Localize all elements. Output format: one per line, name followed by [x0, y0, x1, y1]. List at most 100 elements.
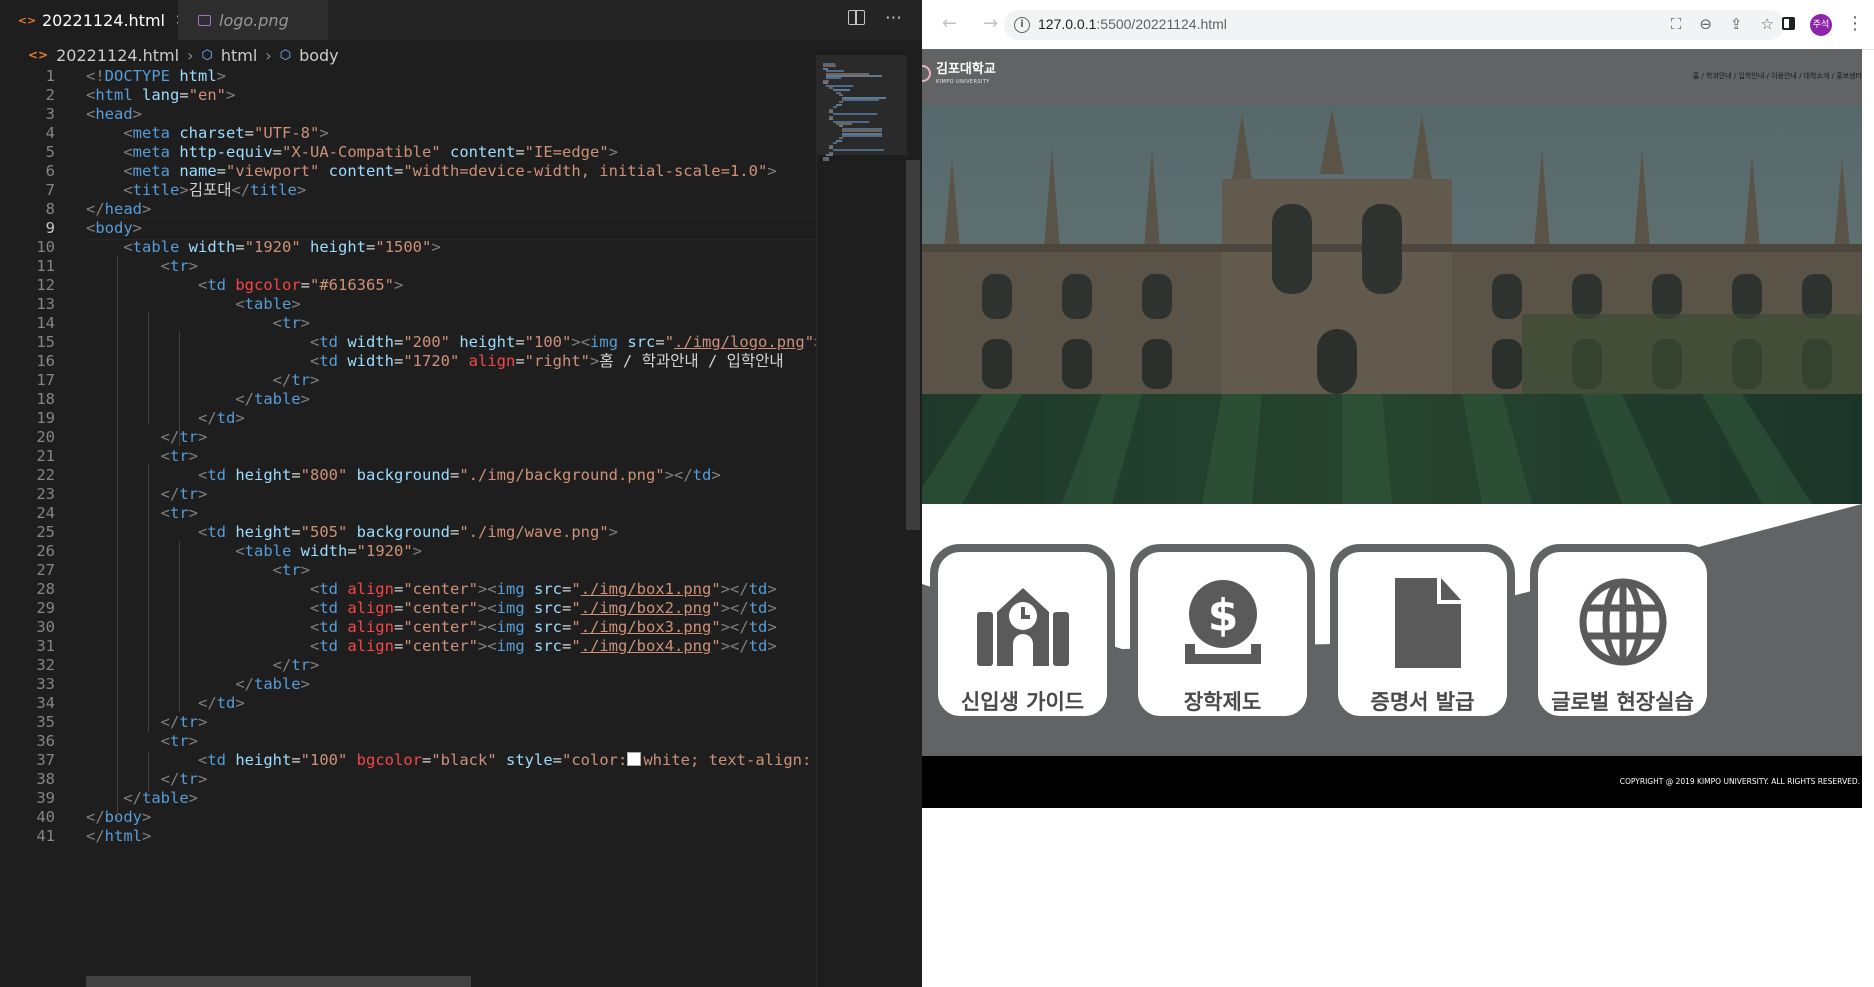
code-token: >: [431, 238, 441, 256]
code-token: img: [496, 637, 534, 655]
site-logo-text[interactable]: 김포대학교: [936, 63, 996, 76]
code-token: tr: [179, 713, 198, 731]
code-area[interactable]: 1 <!DOCTYPE html> 2 <html lang="en"> 3 <head>…: [0, 65, 823, 987]
browser-window: ← → ↻ i 127.0.0.1:5500/20221124.html ⛶ ⊖…: [922, 0, 1874, 987]
code-token: </: [86, 827, 105, 845]
split-editor-icon[interactable]: [848, 10, 865, 25]
code-token: "1920": [356, 542, 413, 560]
code-token: ": [711, 637, 721, 655]
code-token: content: [450, 143, 516, 161]
breadcrumb-item-file[interactable]: 20221124.html: [56, 46, 179, 65]
code-token: img: [496, 599, 534, 617]
code-token: img: [496, 580, 534, 598]
code-token: >: [571, 333, 581, 351]
tab-20221124-html[interactable]: <> 20221124.html ✕: [0, 0, 188, 40]
code-token: height: [235, 751, 292, 769]
code-token: table: [244, 295, 292, 313]
code-token: >: [767, 637, 777, 655]
profile-avatar[interactable]: 주석: [1810, 14, 1832, 36]
address-bar[interactable]: i 127.0.0.1:5500/20221124.html ⛶ ⊖ ⇪ ☆: [1004, 10, 1784, 40]
code-token: meta: [132, 143, 180, 161]
code-token: td: [216, 409, 236, 427]
campus-building-illustration: [922, 104, 1862, 504]
quick-link-certificate[interactable]: 증명서 발급: [1330, 544, 1515, 724]
code-token: "./img/wave.png": [459, 523, 609, 541]
code-token: <: [160, 732, 170, 750]
code-token: <: [309, 333, 320, 351]
code-token: </: [160, 713, 180, 731]
minimap[interactable]: [816, 55, 917, 987]
site-nav-menu[interactable]: 홈 / 학과안내 / 입학안내 / 이용안내 / 대학소개 / 홍보센터: [1693, 71, 1862, 81]
code-token: tr: [179, 770, 198, 788]
site-info-icon[interactable]: i: [1014, 17, 1030, 33]
code-token: >: [179, 181, 189, 199]
vertical-scrollbar[interactable]: [906, 160, 920, 530]
code-token: >: [477, 637, 488, 655]
code-token: table: [142, 789, 189, 807]
code-token: tr: [170, 504, 189, 522]
code-token: ./img/logo.png: [674, 333, 805, 351]
code-token: content: [328, 162, 394, 180]
code-token: >: [300, 314, 310, 332]
quick-link-freshman-guide[interactable]: 신입생 가이드: [930, 544, 1115, 724]
tab-logo-png[interactable]: logo.png: [178, 0, 328, 40]
code-token: >: [608, 143, 619, 161]
code-token: td: [748, 580, 768, 598]
code-token: ./img/box1.png: [580, 580, 712, 598]
university-emblem-icon: [922, 65, 931, 82]
indent-guide: [148, 522, 149, 732]
breadcrumb-item-html[interactable]: html: [221, 46, 257, 65]
chevron-right-icon: ›: [187, 45, 194, 65]
minimap-line: [832, 149, 884, 152]
share-icon[interactable]: ⇪: [1730, 15, 1743, 33]
code-token: <!: [86, 67, 105, 85]
menu-icon[interactable]: ⋮: [1846, 13, 1864, 34]
code-token: ": [711, 599, 721, 617]
code-token: "800": [300, 466, 357, 484]
back-icon[interactable]: ←: [942, 13, 957, 34]
forward-icon[interactable]: →: [983, 13, 998, 34]
more-actions-icon[interactable]: ⋯: [885, 8, 902, 28]
document-icon: [1394, 578, 1461, 668]
code-editor[interactable]: <> 20221124.html ✕ logo.png ⋯ <> 2022112…: [0, 0, 922, 987]
code-token: =: [394, 162, 404, 180]
copyright-text: COPYRIGHT @ 2019 KIMPO UNIVERSITY. ALL R…: [1619, 777, 1860, 786]
side-panel-icon[interactable]: [1782, 17, 1795, 30]
code-token: >: [394, 276, 404, 294]
url-text[interactable]: 127.0.0.1:5500/20221124.html: [1038, 16, 1227, 32]
code-token: =: [366, 238, 376, 256]
breadcrumb-item-body[interactable]: body: [299, 46, 339, 65]
school-clock-icon: [976, 588, 1069, 666]
code-token: 김포대: [188, 181, 232, 199]
horizontal-scrollbar[interactable]: [86, 976, 471, 987]
code-token: tr: [170, 732, 189, 750]
code-token: >: [767, 580, 777, 598]
code-token: tr: [179, 428, 198, 446]
bookmark-star-icon[interactable]: ☆: [1761, 15, 1774, 33]
code-token: td: [748, 599, 768, 617]
code-token: =: [422, 751, 432, 769]
zoom-icon[interactable]: ⊖: [1699, 15, 1712, 33]
translate-icon[interactable]: ⛶: [1671, 15, 1682, 33]
code-token: =: [393, 333, 404, 351]
code-token: ./img/box3.png: [580, 618, 712, 636]
code-token: ": [571, 599, 581, 617]
code-token: >: [300, 675, 310, 693]
code-token: td: [692, 466, 712, 484]
code-token: =: [291, 523, 301, 541]
quick-link-scholarship[interactable]: $ 장학제도: [1130, 544, 1315, 724]
code-token: http-equiv: [179, 143, 273, 161]
code-token: =: [291, 751, 301, 769]
code-token: <: [160, 447, 170, 465]
code-token: >: [477, 580, 488, 598]
code-token: <: [197, 751, 208, 769]
code-line[interactable]: 41 </html>: [0, 825, 815, 848]
code-token: </: [272, 371, 292, 389]
code-token: =: [393, 580, 404, 598]
quick-link-global-practice[interactable]: 글로벌 현장실습: [1530, 544, 1715, 724]
code-token: height: [459, 333, 516, 351]
